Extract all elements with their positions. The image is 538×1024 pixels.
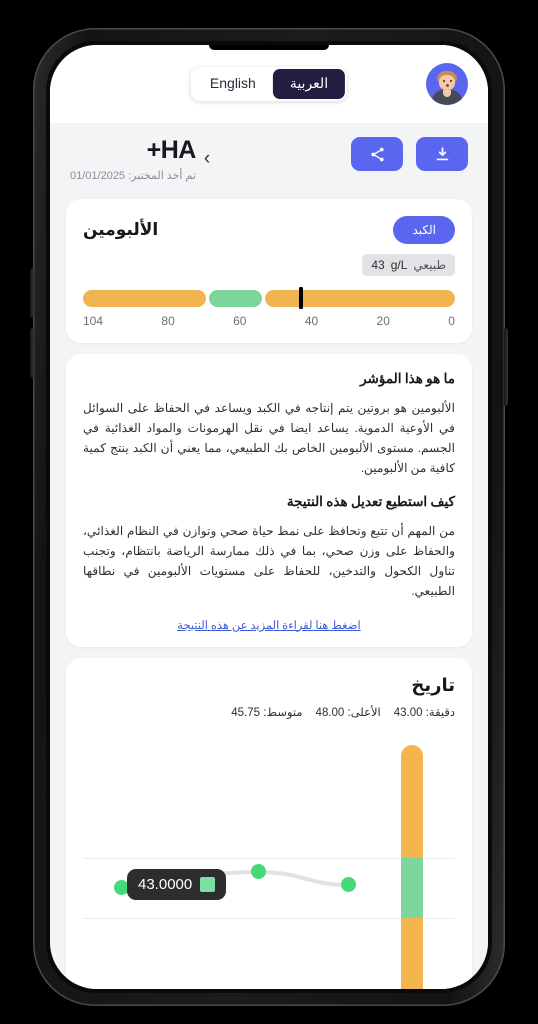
history-title: تاريخ xyxy=(411,674,455,695)
value-badge: طبيعي g/L 43 xyxy=(362,253,455,276)
scale-wrap: 104 80 60 40 20 0 xyxy=(83,286,455,328)
stat-min-value: 43.00 xyxy=(393,706,423,719)
phone-frame: العربية English +HA تم أخذ المختبر: 01/0… xyxy=(30,28,508,1006)
read-more-link[interactable]: اضغط هنا لقراءة المزيد عن هذه النتيجة xyxy=(83,618,455,632)
scale-ticks: 104 80 60 40 20 0 xyxy=(83,314,455,328)
scale-segment-normal xyxy=(209,289,262,307)
scale-bar xyxy=(83,286,455,309)
title-texts: +HA تم أخذ المختبر: 01/01/2025 xyxy=(70,136,197,182)
share-icon xyxy=(370,147,384,161)
info-heading-2: كيف استطيع تعديل هذه النتيجة xyxy=(286,494,455,509)
value-number: 43 xyxy=(371,257,385,272)
marker-head: الكبد الألبومين xyxy=(83,215,455,244)
chart-tooltip: 43.0000 xyxy=(127,868,227,900)
back-chevron-icon[interactable]: ‹ xyxy=(204,137,210,176)
tooltip-color-swatch xyxy=(200,876,216,892)
lang-button-arabic[interactable]: العربية xyxy=(272,69,346,99)
history-stats: دقيقة: 43.00 الأعلى: 48.00 متوسط: 45.75 xyxy=(83,705,455,719)
lab-date: تم أخذ المختبر: 01/01/2025 xyxy=(70,169,196,182)
share-button[interactable] xyxy=(351,137,403,171)
header-title-wrap: +HA تم أخذ المختبر: 01/01/2025 ‹ xyxy=(70,136,210,182)
header-row: +HA تم أخذ المختبر: 01/01/2025 ‹ xyxy=(50,123,488,188)
stat-min-label: دقيقة: xyxy=(425,706,455,719)
info-heading-1: ما هو هذا المؤشر xyxy=(360,370,455,386)
marker-card: الكبد الألبومين طبيعي g/L 43 104 80 60 4… xyxy=(66,198,472,343)
power-button[interactable] xyxy=(504,328,508,406)
history-card: تاريخ دقيقة: 43.00 الأعلى: 48.00 متوسط: xyxy=(66,657,472,989)
avatar-face xyxy=(439,75,455,90)
info-body-2: من المهم أن تتبع وتحافظ على نمط حياة صحي… xyxy=(83,524,455,599)
app-root: العربية English +HA تم أخذ المختبر: 01/0… xyxy=(50,45,488,989)
value-status: طبيعي xyxy=(413,257,446,272)
stat-min: دقيقة: 43.00 xyxy=(394,705,455,719)
history-chart[interactable]: 43.0000 xyxy=(83,733,455,989)
lang-button-english[interactable]: English xyxy=(193,69,273,98)
scale-tick: 40 xyxy=(304,313,319,328)
trend-line xyxy=(119,869,350,890)
scale-tick: 20 xyxy=(376,313,390,328)
info-body-1: الألبومين هو بروتين يتم إنتاجه في الكبد … xyxy=(83,400,455,475)
scale-tick: 104 xyxy=(83,313,104,328)
data-point[interactable] xyxy=(250,864,266,879)
info-card: ما هو هذا المؤشر الألبومين هو بروتين يتم… xyxy=(66,353,472,647)
stat-avg-label: متوسط: xyxy=(263,706,303,719)
avatar[interactable] xyxy=(426,63,468,105)
top-bar: العربية English xyxy=(50,45,488,123)
download-button[interactable] xyxy=(416,137,468,171)
avatar-mouth xyxy=(446,84,449,87)
stat-avg: متوسط: 45.75 xyxy=(231,705,302,719)
volume-down-button[interactable] xyxy=(30,328,34,378)
scale-segment-low xyxy=(83,289,207,307)
scale-tick: 60 xyxy=(233,313,247,328)
data-point[interactable] xyxy=(340,877,356,892)
value-badge-row: طبيعي g/L 43 xyxy=(83,253,455,276)
notch xyxy=(209,45,329,50)
tooltip-value: 43.0000 xyxy=(138,875,193,893)
volume-up-button[interactable] xyxy=(30,268,34,318)
scale-value-marker xyxy=(299,286,304,309)
avatar-eye-right xyxy=(450,80,452,82)
stat-high-label: الأعلى: xyxy=(347,706,381,719)
scale-segment-high xyxy=(264,289,455,307)
avatar-eye-left xyxy=(443,80,445,82)
phone-screen: العربية English +HA تم أخذ المختبر: 01/0… xyxy=(50,45,488,989)
scale-tick: 0 xyxy=(448,313,455,328)
page-title: +HA xyxy=(146,136,197,164)
marker-category-tag[interactable]: الكبد xyxy=(393,215,455,244)
value-unit: g/L xyxy=(390,257,408,272)
stat-high-value: 48.00 xyxy=(315,706,345,719)
header-actions xyxy=(351,137,468,171)
stat-avg-value: 45.75 xyxy=(231,706,261,719)
stat-high: الأعلى: 48.00 xyxy=(316,705,381,719)
phone-bezel: العربية English +HA تم أخذ المختبر: 01/0… xyxy=(46,41,492,993)
marker-name: الألبومين xyxy=(83,219,159,239)
scale-tick: 80 xyxy=(161,313,175,328)
language-toggle[interactable]: العربية English xyxy=(190,67,348,101)
download-icon xyxy=(436,146,448,160)
